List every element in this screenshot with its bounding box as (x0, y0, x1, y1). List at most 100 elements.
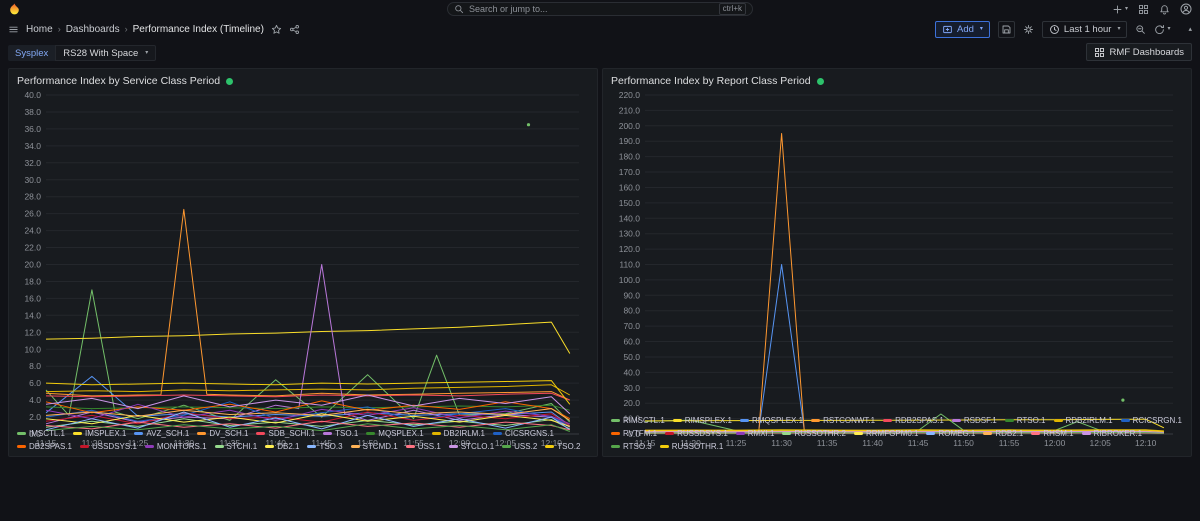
legend-item[interactable]: ROMEG.1 (926, 428, 975, 439)
svg-text:220.0: 220.0 (619, 90, 641, 100)
legend-item[interactable]: SDB_SCHI.1 (256, 428, 315, 439)
legend-item[interactable]: CICSRGNS.1 (493, 428, 554, 439)
legend-item[interactable]: RTSO.3 (611, 441, 652, 452)
legend-item[interactable]: STCMD.1 (350, 441, 398, 452)
legend-item[interactable]: RRMFGPM0.1 (854, 428, 918, 439)
favorite-star-button[interactable] (271, 24, 282, 35)
share-icon (289, 24, 299, 34)
legend-item[interactable]: RIMSCTL.1 (611, 415, 665, 426)
legend-item[interactable]: RMXI.1 (735, 428, 775, 439)
mega-menu-toggle[interactable] (8, 24, 19, 35)
search-input[interactable]: Search or jump to... ctrl+k (447, 2, 753, 16)
legend-series-name: DV_SCH.1 (209, 429, 249, 438)
legend-item[interactable]: RUSSOTHR.2 (782, 428, 846, 439)
legend-item[interactable]: USSDSYS.1 (79, 441, 137, 452)
legend-item[interactable]: RMQSPLEX.1 (739, 415, 804, 426)
legend-item[interactable]: DV_SCH.1 (197, 428, 248, 439)
panel-report-class-period: Performance Index by Report Class Period… (602, 68, 1192, 457)
svg-text:32.0: 32.0 (24, 158, 41, 168)
health-ok-dot (816, 77, 824, 85)
legend-item[interactable]: DB2.1 (265, 441, 299, 452)
variable-value-dropdown[interactable]: RS28 With Space ▾ (55, 45, 157, 61)
legend-item[interactable]: TSO.2 (545, 441, 580, 452)
apps-menu-button[interactable] (1138, 4, 1149, 15)
grafana-logo[interactable] (8, 3, 21, 16)
legend-item[interactable]: RSDSF.1 (951, 415, 997, 426)
add-panel-button[interactable]: Add ▾ (934, 20, 990, 38)
timeseries-chart[interactable]: 0.0 2.0 4.0 6.0 8.0 10.0 12.0 14.0 16.0 18.0 20.0 2… (17, 89, 589, 448)
legend-series-marker (214, 445, 224, 448)
chevron-down-icon: ▾ (1117, 26, 1121, 32)
new-menu-button[interactable]: ▾ (1112, 4, 1128, 15)
timeseries-plot[interactable]: 0.02.04.06.08.010.012.014.016.018.020.02… (17, 89, 589, 450)
svg-text:90.0: 90.0 (623, 290, 640, 300)
legend-series-marker (951, 419, 961, 422)
breadcrumb-home[interactable]: Home (26, 24, 53, 35)
save-dashboard-button[interactable] (997, 20, 1015, 38)
legend-item[interactable]: DB2IRLM.1 (431, 428, 485, 439)
legend-series-marker (493, 432, 503, 435)
legend-series-marker (1004, 419, 1014, 422)
share-button[interactable] (289, 24, 300, 35)
legend-item[interactable]: TSO.1 (323, 428, 358, 439)
legend-item[interactable]: RTSO.1 (1004, 415, 1046, 426)
svg-text:8.0: 8.0 (29, 361, 41, 371)
zoom-out-button[interactable] (1135, 24, 1146, 35)
collapse-topbar-button[interactable]: ▴ (1188, 25, 1192, 33)
legend-item[interactable]: RCICSRGN.1 (1120, 415, 1182, 426)
timeseries-plot[interactable]: 0.010.020.030.040.050.060.070.080.090.01… (611, 89, 1183, 450)
legend-item[interactable]: STCLO.1 (448, 441, 494, 452)
legend-item[interactable]: RSTCONWT.1 (811, 415, 875, 426)
legend-series-name: RUSSOTHR.2 (794, 429, 846, 438)
rmf-dashboards-link-button[interactable]: RMF Dashboards (1085, 43, 1192, 62)
notifications-button[interactable] (1159, 4, 1170, 15)
svg-text:40.0: 40.0 (24, 90, 41, 100)
legend-item[interactable]: RDB2.1 (983, 428, 1023, 439)
legend-item[interactable]: IMSPLEX.1 (73, 428, 126, 439)
legend-series-name: RIBROKER.1 (1093, 429, 1143, 438)
legend-item[interactable]: USS.2 (502, 441, 537, 452)
legend-item[interactable]: DB2SPAS.1 (17, 441, 72, 452)
legend-series-marker (1031, 432, 1041, 435)
legend-item[interactable]: RIMSPLEX.1 (672, 415, 732, 426)
panel-header[interactable]: Performance Index by Report Class Period (611, 73, 1183, 89)
legend-item[interactable]: MQSPLEX.1 (366, 428, 424, 439)
legend-series-name: RCICSRGN.1 (1132, 416, 1182, 425)
legend-item[interactable]: RDB2SPAS.1 (883, 415, 944, 426)
timeseries-chart[interactable]: 0.0 10.0 20.0 30.0 40.0 50.0 60.0 70.0 80.0 90.0 1… (611, 89, 1183, 448)
breadcrumb-dashboards[interactable]: Dashboards (66, 24, 120, 35)
legend-item[interactable]: USS.1 (405, 441, 441, 452)
legend-item[interactable]: STCHI.1 (214, 441, 257, 452)
dashboard-settings-button[interactable] (1023, 24, 1034, 35)
legend-series-name: RMXI.1 (747, 429, 775, 438)
user-avatar[interactable] (1180, 3, 1192, 15)
svg-text:6.0: 6.0 (29, 378, 41, 388)
legend-series-name: RMQSPLEX.1 (751, 416, 804, 425)
legend-series-marker (611, 445, 620, 448)
legend-item[interactable]: AVZ_SCH.1 (134, 428, 189, 439)
legend-series-marker (545, 445, 555, 448)
legend-item[interactable]: RHSM.1 (1031, 428, 1074, 439)
legend-item[interactable]: RVTFM.1 (611, 428, 657, 439)
legend-item[interactable]: RUSSOTHR.1 (659, 441, 723, 452)
svg-text:80.0: 80.0 (623, 306, 640, 316)
panel-header[interactable]: Performance Index by Service Class Perio… (17, 73, 589, 89)
svg-text:18.0: 18.0 (24, 277, 41, 287)
dashboard-toolbar: Home › Dashboards › Performance Index (T… (0, 18, 1200, 40)
legend-series-name: DB2.1 (277, 442, 300, 451)
variable-selected-value: RS28 With Space (63, 47, 139, 59)
legend-item[interactable]: RUSSDSYS.1 (665, 428, 728, 439)
legend-item[interactable]: RDB2IRLM.1 (1053, 415, 1113, 426)
refresh-button[interactable]: ▾ (1154, 24, 1170, 35)
legend-series-marker (144, 445, 154, 448)
legend-series-name: RDB2IRLM.1 (1065, 416, 1113, 425)
time-range-picker[interactable]: Last 1 hour ▾ (1041, 20, 1128, 38)
legend-item[interactable]: RIBROKER.1 (1081, 428, 1143, 439)
svg-text:12.0: 12.0 (24, 327, 41, 337)
legend-item[interactable]: TSO.3 (307, 441, 343, 452)
legend-item[interactable]: IMSCTL.1 (17, 428, 65, 439)
legend-series-name: AVZ_SCH.1 (146, 429, 190, 438)
legend-item[interactable]: MONITORS.1 (144, 441, 207, 452)
svg-text:26.0: 26.0 (24, 209, 41, 219)
legend-series-name: IMSCTL.1 (29, 429, 66, 438)
